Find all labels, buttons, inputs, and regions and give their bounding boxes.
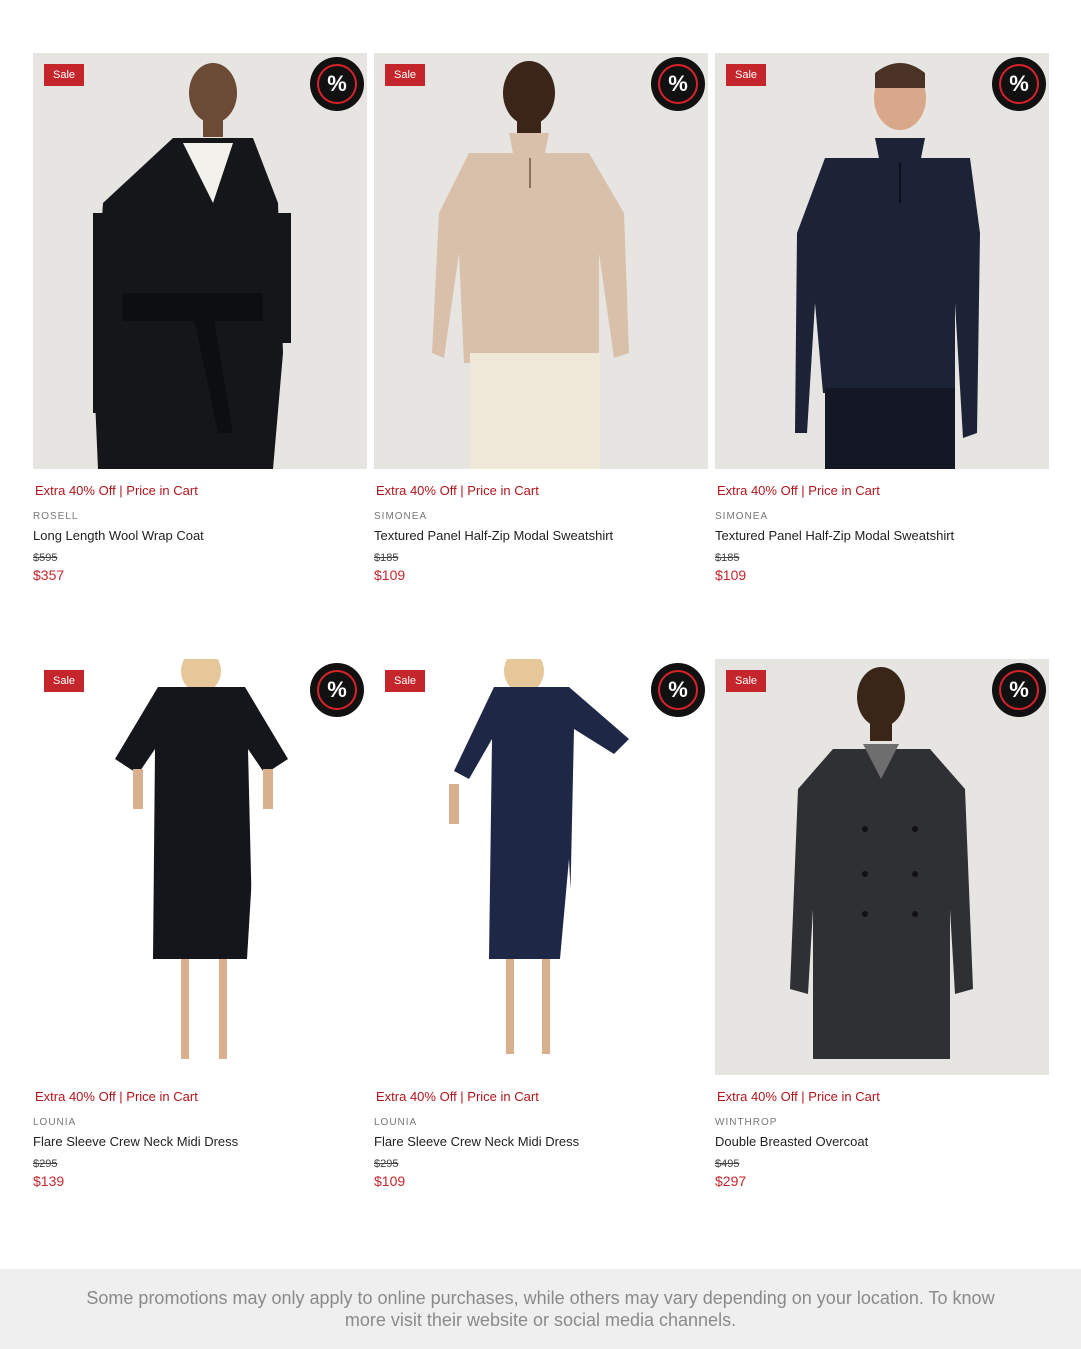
product-card[interactable]: Sale % Extra 40% Off | Price in Cart SIM… <box>374 53 708 659</box>
product-grid: Sale % Extra 40% Off | Price in Cart ROS… <box>33 53 1049 1265</box>
brand-name[interactable]: SIMONEA <box>715 511 1049 522</box>
brand-name[interactable]: SIMONEA <box>374 511 708 522</box>
percent-icon: % <box>651 663 705 717</box>
product-image[interactable]: Sale % <box>715 53 1049 469</box>
product-photo-navy-half-zip <box>795 63 980 469</box>
product-photo-wrap-coat <box>93 63 291 469</box>
promo-text: Extra 40% Off | Price in Cart <box>376 1089 539 1104</box>
product-photo-black-midi-dress <box>115 659 288 1059</box>
footer-disclaimer-bar: Some promotions may only apply to online… <box>0 1269 1081 1349</box>
percent-icon: % <box>651 57 705 111</box>
promo-text: Extra 40% Off | Price in Cart <box>35 483 198 498</box>
brand-name[interactable]: ROSELL <box>33 511 367 522</box>
sale-price: $357 <box>33 567 65 583</box>
product-name[interactable]: Double Breasted Overcoat <box>715 1134 1049 1149</box>
sale-badge: Sale <box>726 64 767 86</box>
product-photo-beige-half-zip <box>432 61 629 469</box>
percent-icon: % <box>992 57 1046 111</box>
product-card[interactable]: Sale % Extra 40% Off | Price in Cart ROS… <box>33 53 367 659</box>
percent-icon: % <box>310 663 364 717</box>
product-card[interactable]: Sale % Extra 40% Off | Price in Cart LOU… <box>374 659 708 1265</box>
product-image[interactable]: Sale % <box>374 659 708 1075</box>
promo-text: Extra 40% Off | Price in Cart <box>35 1089 198 1104</box>
original-price: $595 <box>33 552 58 564</box>
product-image[interactable]: Sale % <box>374 53 708 469</box>
product-card[interactable]: Sale % Extra 40% Off | Price in Cart SIM… <box>715 53 1049 659</box>
product-card[interactable]: Sale % Extra 40% Off | Price in Cart WIN… <box>715 659 1049 1265</box>
promo-text: Extra 40% Off | Price in Cart <box>717 1089 880 1104</box>
original-price: $495 <box>715 1158 740 1170</box>
product-name[interactable]: Long Length Wool Wrap Coat <box>33 528 367 543</box>
product-photo-navy-midi-dress <box>449 659 629 1054</box>
disclaimer-text: Some promotions may only apply to online… <box>86 1288 995 1330</box>
brand-name[interactable]: WINTHROP <box>715 1117 1049 1128</box>
sale-price: $109 <box>715 567 747 583</box>
sale-badge: Sale <box>726 670 767 692</box>
brand-name[interactable]: LOUNIA <box>33 1117 367 1128</box>
sale-badge: Sale <box>44 64 85 86</box>
sale-price: $139 <box>33 1173 65 1189</box>
original-price: $295 <box>374 1158 399 1170</box>
promo-text: Extra 40% Off | Price in Cart <box>717 483 880 498</box>
sale-price: $109 <box>374 567 406 583</box>
brand-name[interactable]: LOUNIA <box>374 1117 708 1128</box>
original-price: $185 <box>715 552 740 564</box>
product-name[interactable]: Flare Sleeve Crew Neck Midi Dress <box>33 1134 367 1149</box>
sale-badge: Sale <box>385 670 426 692</box>
promo-text: Extra 40% Off | Price in Cart <box>376 483 539 498</box>
percent-icon: % <box>992 663 1046 717</box>
percent-icon: % <box>310 57 364 111</box>
product-name[interactable]: Flare Sleeve Crew Neck Midi Dress <box>374 1134 708 1149</box>
product-image[interactable]: Sale % <box>33 659 367 1075</box>
sale-badge: Sale <box>385 64 426 86</box>
product-image[interactable]: Sale % <box>33 53 367 469</box>
product-card[interactable]: Sale % Extra 40% Off | Price in Cart LOU… <box>33 659 367 1265</box>
product-name[interactable]: Textured Panel Half-Zip Modal Sweatshirt <box>715 528 1049 543</box>
product-name[interactable]: Textured Panel Half-Zip Modal Sweatshirt <box>374 528 708 543</box>
original-price: $295 <box>33 1158 58 1170</box>
product-image[interactable]: Sale % <box>715 659 1049 1075</box>
sale-badge: Sale <box>44 670 85 692</box>
product-photo-charcoal-overcoat <box>790 667 973 1059</box>
sale-price: $109 <box>374 1173 406 1189</box>
original-price: $185 <box>374 552 399 564</box>
sale-price: $297 <box>715 1173 747 1189</box>
